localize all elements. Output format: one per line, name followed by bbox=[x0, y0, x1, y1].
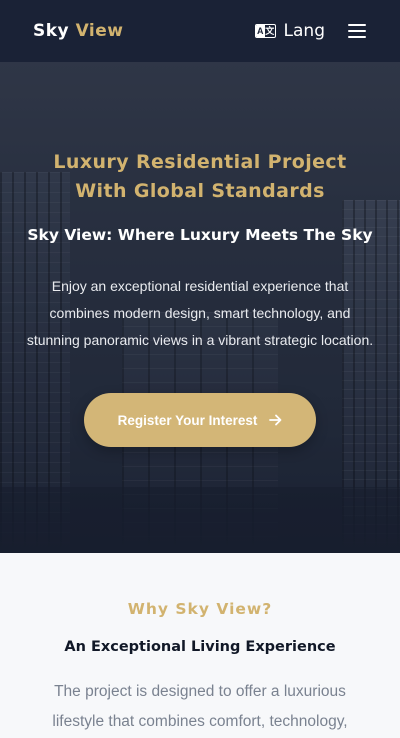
site-header: Sky View A文 Lang bbox=[0, 0, 400, 62]
why-section-text: The project is designed to offer a luxur… bbox=[52, 683, 348, 730]
arrow-right-icon bbox=[269, 414, 282, 426]
hero-eyebrow: Luxury Residential Project With Global S… bbox=[53, 151, 347, 202]
header-actions: A文 Lang bbox=[254, 21, 366, 41]
logo-accent: View bbox=[75, 21, 124, 41]
hero-section: Luxury Residential Project With Global S… bbox=[0, 62, 400, 553]
register-interest-button[interactable]: Register Your Interest bbox=[84, 393, 316, 447]
hero-description: Enjoy an exceptional residential experie… bbox=[26, 278, 374, 348]
register-interest-label: Register Your Interest bbox=[117, 412, 258, 428]
why-section-subtitle: An Exceptional Living Experience bbox=[64, 639, 336, 655]
hero-headline: Sky View: Where Luxury Meets The Sky bbox=[27, 226, 373, 244]
language-switcher[interactable]: A文 Lang bbox=[254, 21, 325, 41]
hamburger-menu-icon[interactable] bbox=[348, 24, 366, 38]
logo-primary: Sky bbox=[33, 21, 70, 41]
language-label: Lang bbox=[283, 21, 325, 41]
why-section: Why Sky View? An Exceptional Living Expe… bbox=[0, 553, 400, 738]
why-section-label: Why Sky View? bbox=[127, 600, 273, 618]
logo[interactable]: Sky View bbox=[33, 21, 123, 41]
translate-icon: A文 bbox=[254, 24, 276, 38]
